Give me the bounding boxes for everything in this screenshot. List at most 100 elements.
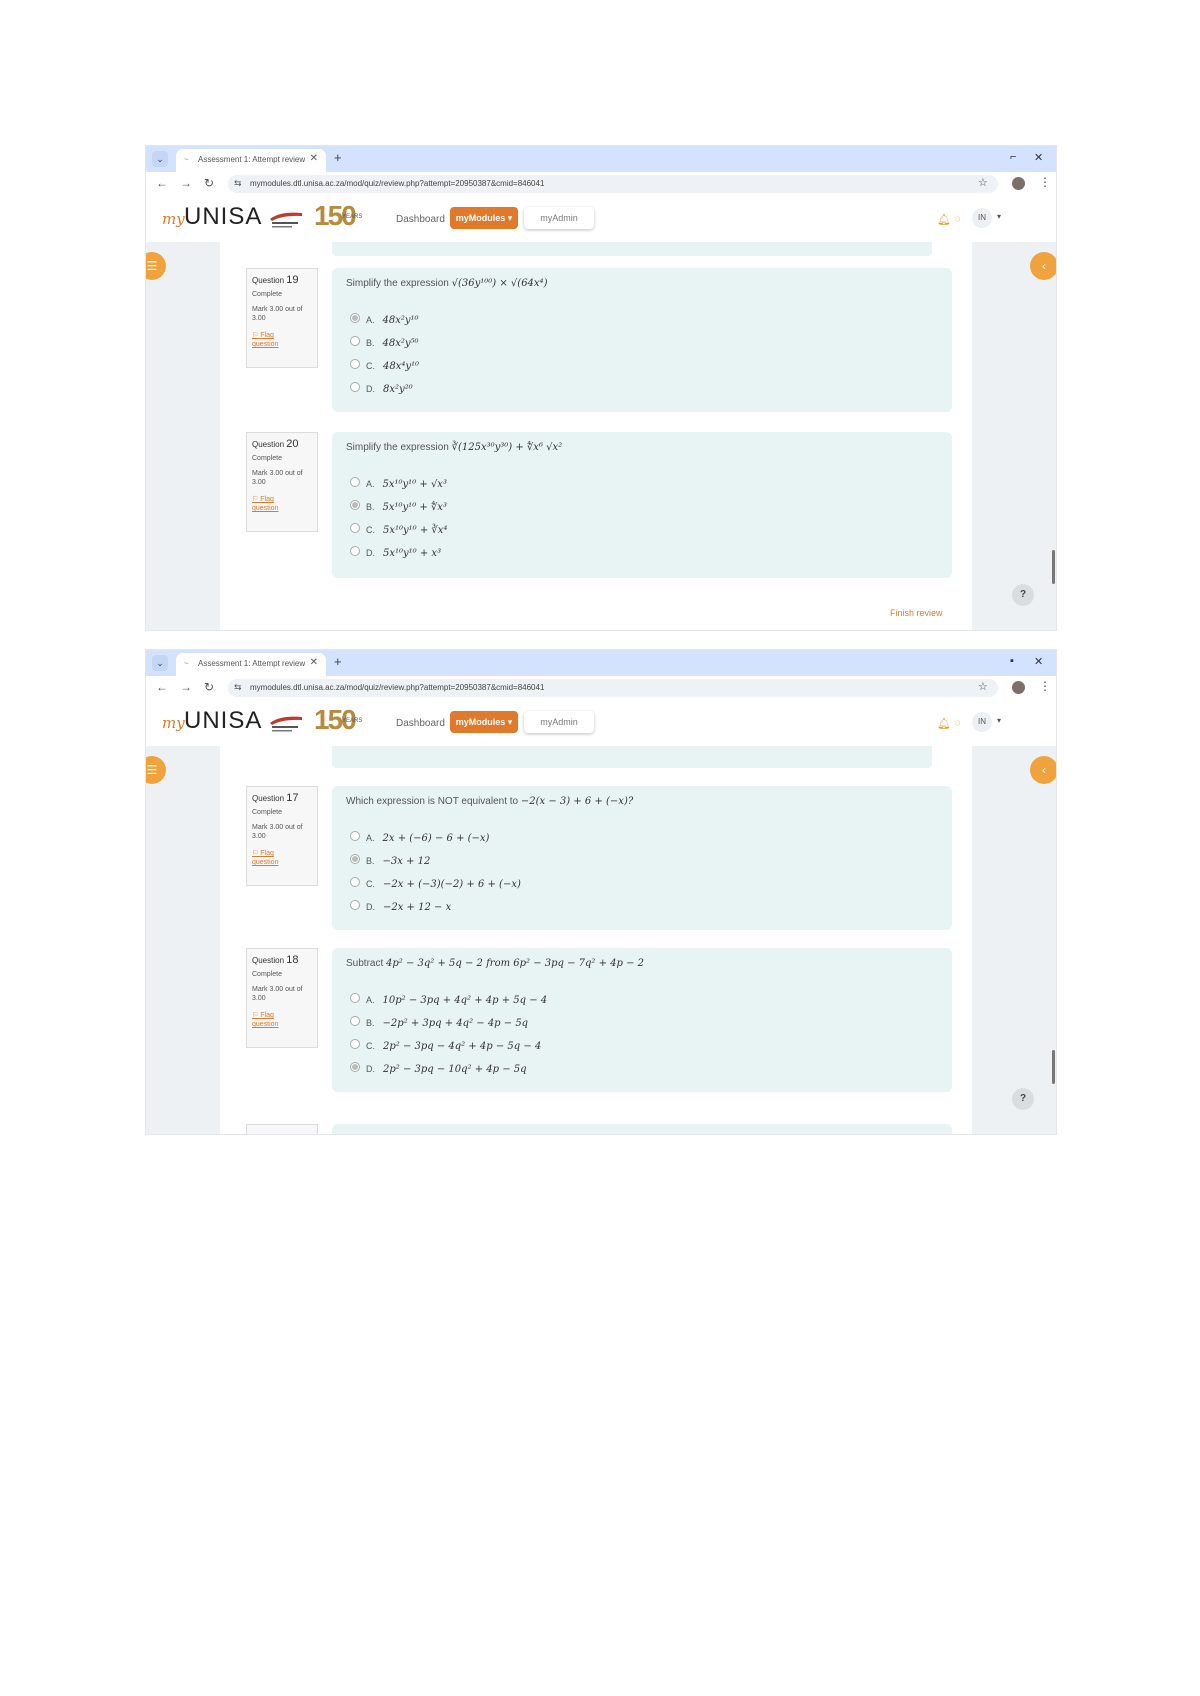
- logo-my: my: [162, 210, 185, 228]
- radio-button[interactable]: [350, 335, 360, 346]
- back-arrow-icon[interactable]: ←: [156, 176, 168, 190]
- question-box-19: Simplify the expression √(36y¹⁰⁰) × √(64…: [332, 268, 952, 412]
- answer-option-d[interactable]: D. −2x + 12 − x: [350, 897, 451, 913]
- radio-button[interactable]: [350, 476, 360, 487]
- url-field[interactable]: ⇆ mymodules.dtl.unisa.ac.za/mod/quiz/rev…: [228, 679, 998, 697]
- site-header: my UNISA 150 YEARS Dashboard myModules ▾ …: [146, 700, 1056, 747]
- window-close-icon[interactable]: ✕: [1034, 151, 1043, 164]
- drawer-toggle-button[interactable]: ☰: [146, 252, 166, 280]
- my-admin-button[interactable]: myAdmin: [524, 207, 594, 229]
- tab-search-chevron-icon[interactable]: ⌄: [152, 151, 168, 167]
- answer-option-d[interactable]: D. 8x²y²⁰: [350, 379, 413, 395]
- drawer-toggle-button[interactable]: ☰: [146, 756, 166, 784]
- answer-option-a[interactable]: A. 48x²y¹⁰: [350, 310, 419, 326]
- site-header: my UNISA 150 YEARS Dashboard myModules ▾ …: [146, 196, 1056, 243]
- forward-arrow-icon[interactable]: →: [180, 176, 192, 190]
- window-restore-icon[interactable]: ⌐: [1010, 151, 1016, 163]
- flag-question-link[interactable]: ⚐ Flag question: [252, 495, 302, 513]
- notification-bell-icon[interactable]: 🔔︎: [937, 213, 951, 226]
- tab-close-icon[interactable]: ✕: [310, 153, 318, 164]
- question-number: Question 17: [252, 792, 299, 804]
- previous-question-stub: [332, 746, 932, 768]
- site-info-icon[interactable]: ⇆: [234, 178, 242, 189]
- flag-question-link[interactable]: ⚐ Flag question: [252, 1011, 302, 1029]
- site-info-icon[interactable]: ⇆: [234, 682, 242, 693]
- answer-option-c[interactable]: C. −2x + (−3)(−2) + 6 + (−x): [350, 874, 521, 890]
- radio-button[interactable]: [350, 522, 360, 533]
- tab-search-chevron-icon[interactable]: ⌄: [152, 655, 168, 671]
- notification-bell-icon[interactable]: 🔔︎: [937, 717, 951, 730]
- bookmark-star-icon[interactable]: ☆: [978, 176, 988, 189]
- answer-option-b[interactable]: B. 5x¹⁰y¹⁰ + ∜x³: [350, 497, 447, 513]
- next-question-stub: [332, 1124, 952, 1134]
- scrollbar-thumb[interactable]: [1052, 550, 1055, 584]
- nav-dashboard[interactable]: Dashboard: [396, 214, 445, 225]
- url-text: mymodules.dtl.unisa.ac.za/mod/quiz/revie…: [250, 683, 545, 692]
- url-field[interactable]: ⇆ mymodules.dtl.unisa.ac.za/mod/quiz/rev…: [228, 175, 998, 193]
- browser-menu-icon[interactable]: ⋮: [1039, 175, 1051, 189]
- favicon-icon: ~: [184, 659, 189, 668]
- flag-question-link[interactable]: ⚐ Flag question: [252, 331, 302, 349]
- bookmark-star-icon[interactable]: ☆: [978, 680, 988, 693]
- answer-option-d[interactable]: D. 5x¹⁰y¹⁰ + x³: [350, 543, 441, 559]
- radio-button[interactable]: [350, 899, 360, 910]
- answer-option-b[interactable]: B. −2p² + 3pq + 4q² − 4p − 5q: [350, 1013, 528, 1029]
- my-modules-button[interactable]: myModules ▾: [450, 207, 518, 229]
- answer-option-c[interactable]: C. 5x¹⁰y¹⁰ + ∛x⁴: [350, 520, 447, 536]
- messages-icon[interactable]: ◌: [954, 213, 961, 225]
- flag-question-link[interactable]: ⚐ Flag question: [252, 849, 302, 867]
- radio-button[interactable]: [350, 830, 360, 841]
- radio-button[interactable]: [350, 499, 360, 510]
- browser-menu-icon[interactable]: ⋮: [1039, 679, 1051, 693]
- question-mark: Mark 3.00 out of 3.00: [252, 470, 303, 486]
- radio-button[interactable]: [350, 381, 360, 392]
- forward-arrow-icon[interactable]: →: [180, 680, 192, 694]
- reload-icon[interactable]: ↻: [204, 176, 214, 190]
- browser-tab[interactable]: ~ Assessment 1: Attempt review ✕: [176, 653, 326, 676]
- my-admin-button[interactable]: myAdmin: [524, 711, 594, 733]
- window-restore-icon[interactable]: ▪: [1010, 655, 1014, 667]
- radio-button[interactable]: [350, 1061, 360, 1072]
- radio-button[interactable]: [350, 992, 360, 1003]
- profile-avatar-icon[interactable]: [1012, 177, 1025, 190]
- radio-button[interactable]: [350, 1038, 360, 1049]
- user-menu-chevron-icon[interactable]: ▾: [997, 212, 1001, 221]
- tab-close-icon[interactable]: ✕: [310, 657, 318, 668]
- reload-icon[interactable]: ↻: [204, 680, 214, 694]
- answer-option-c[interactable]: C. 2p² − 3pq − 4q² + 4p − 5q − 4: [350, 1036, 541, 1052]
- question-text: Simplify the expression √(36y¹⁰⁰) × √(64…: [346, 278, 548, 289]
- back-arrow-icon[interactable]: ←: [156, 680, 168, 694]
- help-button[interactable]: ?: [1012, 584, 1034, 606]
- answer-option-a[interactable]: A. 2x + (−6) − 6 + (−x): [350, 828, 489, 844]
- messages-icon[interactable]: ◌: [954, 717, 961, 729]
- radio-button[interactable]: [350, 312, 360, 323]
- help-button[interactable]: ?: [1012, 1088, 1034, 1110]
- browser-tab[interactable]: ~ Assessment 1: Attempt review ✕: [176, 149, 326, 172]
- user-menu-chevron-icon[interactable]: ▾: [997, 716, 1001, 725]
- answer-option-b[interactable]: B. 48x²y⁵⁰: [350, 333, 419, 349]
- answer-option-d[interactable]: D. 2p² − 3pq − 10q² + 4p − 5q: [350, 1059, 527, 1075]
- radio-button[interactable]: [350, 876, 360, 887]
- radio-button[interactable]: [350, 545, 360, 556]
- radio-button[interactable]: [350, 358, 360, 369]
- scrollbar-thumb[interactable]: [1052, 1050, 1055, 1084]
- user-avatar[interactable]: IN: [972, 208, 992, 228]
- nav-dashboard[interactable]: Dashboard: [396, 718, 445, 729]
- radio-button[interactable]: [350, 1015, 360, 1026]
- finish-review-link[interactable]: Finish review: [890, 608, 943, 618]
- answer-option-a[interactable]: A. 5x¹⁰y¹⁰ + √x³: [350, 474, 447, 490]
- profile-avatar-icon[interactable]: [1012, 681, 1025, 694]
- user-avatar[interactable]: IN: [972, 712, 992, 732]
- window-close-icon[interactable]: ✕: [1034, 655, 1043, 668]
- radio-button[interactable]: [350, 853, 360, 864]
- answer-option-c[interactable]: C. 48x⁴y¹⁰: [350, 356, 419, 372]
- answer-option-b[interactable]: B. −3x + 12: [350, 851, 430, 867]
- block-drawer-chevron-icon[interactable]: ‹: [1030, 756, 1056, 784]
- my-modules-button[interactable]: myModules ▾: [450, 711, 518, 733]
- new-tab-icon[interactable]: +: [334, 654, 342, 669]
- new-tab-icon[interactable]: +: [334, 150, 342, 165]
- question-state: Complete: [252, 809, 282, 816]
- answer-option-a[interactable]: A. 10p² − 3pq + 4q² + 4p + 5q − 4: [350, 990, 547, 1006]
- logo-unisa: UNISA: [184, 707, 263, 734]
- block-drawer-chevron-icon[interactable]: ‹: [1030, 252, 1056, 280]
